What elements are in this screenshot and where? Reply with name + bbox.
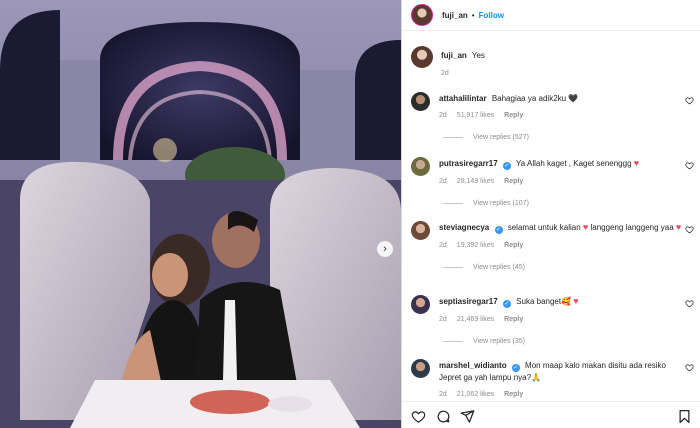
action-bar bbox=[402, 401, 700, 428]
comment-body: marshel_widianto ✓ Mon maap kalo makan d… bbox=[439, 357, 684, 400]
reply-button[interactable]: Reply bbox=[504, 240, 523, 251]
comment-text: Ya Allah kaget , Kaget senenggg bbox=[516, 159, 632, 168]
heart-icon[interactable] bbox=[685, 96, 694, 105]
verified-badge-icon: ✓ bbox=[511, 364, 520, 372]
divider bbox=[443, 267, 463, 268]
post-photo[interactable]: › bbox=[0, 0, 401, 428]
photo-illustration bbox=[0, 0, 401, 428]
comment-text: selamat untuk kalian bbox=[507, 223, 581, 232]
heart-icon[interactable] bbox=[685, 225, 694, 234]
comment-item: marshel_widianto ✓ Mon maap kalo makan d… bbox=[411, 357, 699, 400]
avatar[interactable] bbox=[411, 295, 430, 314]
divider bbox=[443, 203, 463, 204]
view-replies-button[interactable]: View replies (527) bbox=[443, 132, 684, 143]
comment-likes[interactable]: 19,392 likes bbox=[457, 240, 494, 251]
post-author-username[interactable]: fuji_an bbox=[442, 11, 468, 20]
comment-age: 2d bbox=[439, 178, 447, 185]
comment-item: septiasiregar17 ✓ Suka banget🥰 ♥ 2d 21,4… bbox=[411, 293, 699, 347]
comment-body: septiasiregar17 ✓ Suka banget🥰 ♥ 2d 21,4… bbox=[439, 293, 684, 347]
view-replies-button[interactable]: View replies (45) bbox=[443, 262, 684, 273]
comment-age: 2d bbox=[439, 112, 447, 119]
comment-meta: 2d 19,392 likes Reply bbox=[439, 240, 684, 251]
avatar[interactable] bbox=[411, 92, 430, 111]
comment-body: putrasiregarr17 ✓ Ya Allah kaget , Kaget… bbox=[439, 155, 684, 209]
verified-badge-icon: ✓ bbox=[502, 162, 511, 170]
comment-username[interactable]: steviagnecya bbox=[439, 223, 489, 232]
post-header: fuji_an • Follow bbox=[402, 0, 700, 31]
avatar[interactable] bbox=[411, 157, 430, 176]
post-side-panel: fuji_an • Follow fuji_an Yes 2d attahali… bbox=[401, 0, 700, 428]
reply-button[interactable]: Reply bbox=[504, 389, 523, 400]
carousel-next-button[interactable]: › bbox=[377, 241, 393, 257]
comment-meta: 2d 21,469 likes Reply bbox=[439, 314, 684, 325]
comment-item: attahalilintar Bahagiaa ya adik2ku 🖤 2d … bbox=[411, 90, 699, 143]
verified-badge-icon: ✓ bbox=[494, 226, 503, 234]
caption-age: 2d bbox=[441, 70, 449, 77]
heart-icon[interactable] bbox=[685, 161, 694, 170]
comment-body: attahalilintar Bahagiaa ya adik2ku 🖤 2d … bbox=[439, 90, 684, 143]
comment-age: 2d bbox=[439, 391, 447, 398]
comment-body: steviagnecya ✓ selamat untuk kalian ♥ la… bbox=[439, 219, 684, 273]
comment-text: Suka banget🥰 bbox=[516, 297, 572, 306]
caption-username[interactable]: fuji_an bbox=[441, 51, 467, 60]
view-replies-label: View replies (35) bbox=[473, 338, 526, 345]
comment-item: steviagnecya ✓ selamat untuk kalian ♥ la… bbox=[411, 219, 699, 273]
red-heart-emoji: ♥ bbox=[633, 158, 640, 168]
view-replies-label: View replies (45) bbox=[473, 264, 526, 271]
reply-button[interactable]: Reply bbox=[504, 176, 523, 187]
red-heart-emoji: ♥ bbox=[573, 296, 579, 306]
divider bbox=[443, 341, 463, 342]
heart-icon[interactable] bbox=[685, 363, 694, 372]
view-replies-label: View replies (107) bbox=[473, 200, 529, 207]
view-replies-button[interactable]: View replies (107) bbox=[443, 198, 684, 209]
comment-age: 2d bbox=[439, 316, 447, 323]
heart-icon[interactable] bbox=[685, 299, 694, 308]
comment-text-continued: langgeng langgeng yaa bbox=[590, 223, 674, 232]
heart-icon[interactable] bbox=[411, 409, 426, 424]
comment-item: putrasiregarr17 ✓ Ya Allah kaget , Kaget… bbox=[411, 155, 699, 209]
avatar[interactable] bbox=[411, 221, 430, 240]
share-icon[interactable] bbox=[460, 409, 475, 424]
caption-body: fuji_an Yes 2d bbox=[441, 46, 485, 79]
follow-button[interactable]: Follow bbox=[479, 11, 504, 20]
comment-likes[interactable]: 21,469 likes bbox=[457, 314, 494, 325]
divider bbox=[443, 137, 463, 138]
view-replies-label: View replies (527) bbox=[473, 134, 529, 141]
caption-text: Yes bbox=[471, 51, 485, 60]
view-replies-button[interactable]: View replies (35) bbox=[443, 336, 684, 347]
comment-text: Bahagiaa ya adik2ku 🖤 bbox=[491, 94, 579, 103]
comment-likes[interactable]: 21,062 likes bbox=[457, 389, 494, 400]
reply-button[interactable]: Reply bbox=[504, 110, 523, 121]
comment-meta: 2d 28,149 likes Reply bbox=[439, 176, 684, 187]
comment-meta: 2d 21,062 likes Reply bbox=[439, 389, 684, 400]
red-heart-emoji: ♥ bbox=[675, 222, 682, 232]
comment-username[interactable]: septiasiregar17 bbox=[439, 297, 498, 306]
separator-dot: • bbox=[471, 10, 475, 20]
comment-username[interactable]: attahalilintar bbox=[439, 94, 487, 103]
bookmark-icon[interactable] bbox=[677, 409, 692, 424]
comment-username[interactable]: putrasiregarr17 bbox=[439, 159, 498, 168]
chevron-right-icon: › bbox=[383, 242, 387, 255]
comment-age: 2d bbox=[439, 242, 447, 249]
comment-username[interactable]: marshel_widianto bbox=[439, 361, 507, 370]
comment-likes[interactable]: 28,149 likes bbox=[457, 176, 494, 187]
avatar[interactable] bbox=[411, 359, 430, 378]
comment-icon[interactable] bbox=[436, 409, 451, 424]
verified-badge-icon: ✓ bbox=[502, 300, 511, 308]
comment-meta: 2d 51,917 likes Reply bbox=[439, 110, 684, 121]
red-heart-emoji: ♥ bbox=[582, 222, 589, 232]
comment-likes[interactable]: 51,917 likes bbox=[457, 110, 494, 121]
reply-button[interactable]: Reply bbox=[504, 314, 523, 325]
post-caption: fuji_an Yes 2d bbox=[411, 46, 485, 79]
avatar[interactable] bbox=[411, 46, 433, 68]
avatar[interactable] bbox=[411, 4, 433, 26]
